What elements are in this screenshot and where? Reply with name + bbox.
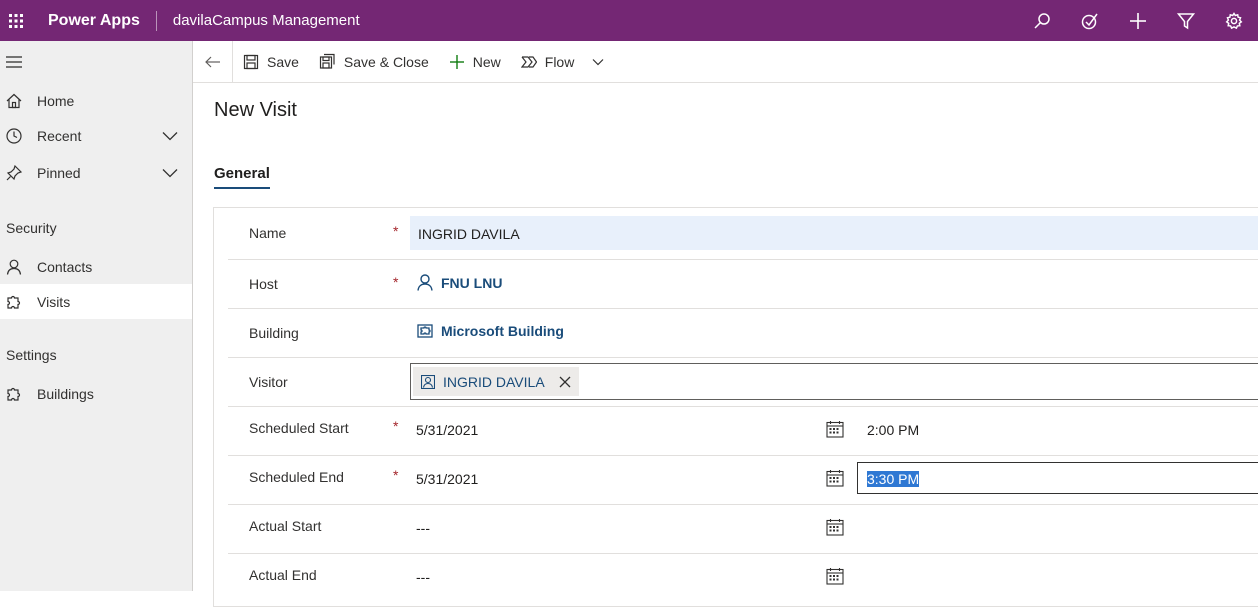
save-close-icon — [319, 53, 335, 69]
field-label: Building — [249, 325, 299, 341]
date-value[interactable]: 5/31/2021 — [416, 471, 478, 487]
sidebar-item-home[interactable]: Home — [0, 83, 192, 118]
sidebar-item-label: Visits — [37, 293, 71, 310]
plus-icon — [449, 54, 464, 69]
task-icon[interactable] — [1066, 0, 1114, 41]
plus-icon[interactable] — [1114, 0, 1162, 41]
nav-group-security: Security — [6, 220, 57, 236]
required-indicator: * — [393, 223, 399, 239]
contact-card-icon — [421, 374, 435, 389]
chevron-down-icon[interactable] — [162, 165, 178, 181]
sidebar-item-label: Buildings — [37, 385, 94, 402]
app-name[interactable]: Power Apps — [48, 12, 140, 30]
person-icon — [417, 274, 433, 291]
sidebar-item-label: Home — [37, 92, 75, 109]
back-button[interactable] — [193, 40, 233, 83]
field-label: Name — [249, 225, 287, 241]
clock-icon — [6, 127, 22, 144]
person-icon — [6, 259, 22, 275]
sidebar-item-label: Contacts — [37, 258, 93, 275]
environment-name[interactable]: davilaCampus Management — [173, 12, 360, 29]
name-input[interactable]: INGRID DAVILA — [410, 216, 1258, 250]
field-row-actual-end: Actual End --- — [228, 554, 1258, 603]
save-button[interactable]: Save — [233, 41, 309, 83]
required-indicator: * — [393, 418, 399, 434]
filter-icon[interactable] — [1162, 0, 1210, 41]
time-value-selected: 3:30 PM — [867, 471, 920, 487]
date-value[interactable]: --- — [416, 520, 430, 536]
field-label: Actual End — [249, 567, 317, 583]
visitor-tag[interactable]: INGRID DAVILA — [413, 367, 579, 396]
calendar-icon[interactable] — [826, 518, 844, 536]
calendar-icon[interactable] — [826, 567, 844, 585]
pin-icon — [6, 164, 22, 181]
waffle-icon[interactable] — [0, 0, 32, 41]
sidebar-item-pinned[interactable]: Pinned — [0, 155, 192, 190]
time-input[interactable]: 3:30 PM — [857, 462, 1258, 494]
sidebar: Home Recent Pinned Security Contacts Vis… — [0, 41, 193, 591]
visitor-value: INGRID DAVILA — [443, 373, 545, 390]
visitor-lookup-input[interactable]: INGRID DAVILA — [410, 363, 1258, 400]
calendar-icon[interactable] — [826, 469, 844, 487]
save-close-label: Save & Close — [343, 53, 429, 70]
app-header: Power Apps davilaCampus Management — [0, 0, 1258, 41]
field-label: Host — [249, 276, 278, 292]
page-title: New Visit — [214, 99, 297, 121]
tab-general[interactable]: General — [214, 165, 270, 189]
new-button[interactable]: New — [439, 41, 511, 83]
flow-button[interactable]: Flow — [511, 41, 623, 83]
calendar-icon[interactable] — [826, 420, 844, 438]
building-lookup-link[interactable]: Microsoft Building — [417, 323, 564, 339]
required-indicator: * — [393, 274, 399, 290]
date-value[interactable]: --- — [416, 569, 430, 585]
host-lookup-link[interactable]: FNU LNU — [417, 274, 502, 291]
chevron-down-icon[interactable] — [162, 128, 178, 144]
date-value[interactable]: 5/31/2021 — [416, 422, 478, 438]
field-row-building: Building — [228, 309, 1258, 358]
field-row-host: Host * — [228, 260, 1258, 309]
new-label: New — [472, 53, 501, 70]
field-label: Actual Start — [249, 518, 322, 534]
hamburger-menu-icon[interactable] — [6, 55, 24, 71]
time-value[interactable]: 2:00 PM — [867, 422, 919, 438]
settings-icon[interactable] — [1210, 0, 1258, 41]
building-icon — [417, 324, 433, 338]
close-icon[interactable] — [559, 376, 571, 388]
field-label: Scheduled End — [249, 469, 344, 485]
sidebar-item-label: Recent — [37, 127, 82, 144]
field-row-actual-start: Actual Start --- — [228, 505, 1258, 554]
building-value: Microsoft Building — [441, 323, 564, 339]
sidebar-item-label: Pinned — [37, 164, 81, 181]
home-icon — [6, 93, 22, 109]
puzzle-icon — [6, 294, 22, 310]
name-value: INGRID DAVILA — [418, 226, 520, 242]
sidebar-item-contacts[interactable]: Contacts — [0, 249, 192, 284]
save-icon — [243, 54, 259, 69]
flow-icon — [520, 55, 537, 68]
header-divider — [155, 10, 157, 31]
search-icon[interactable] — [1018, 0, 1066, 41]
field-label: Visitor — [249, 374, 288, 390]
host-value: FNU LNU — [441, 274, 503, 291]
sidebar-item-buildings[interactable]: Buildings — [0, 376, 192, 411]
sidebar-item-recent[interactable]: Recent — [0, 118, 192, 153]
nav-group-settings: Settings — [6, 347, 57, 363]
command-bar: Save Save & Close New Flow — [193, 40, 1258, 83]
flow-label: Flow — [544, 53, 575, 70]
chevron-down-icon[interactable] — [592, 58, 612, 66]
sidebar-item-visits[interactable]: Visits — [0, 284, 192, 319]
header-actions — [1018, 0, 1258, 41]
save-close-button[interactable]: Save & Close — [309, 41, 439, 83]
required-indicator: * — [393, 467, 399, 483]
save-label: Save — [267, 53, 299, 70]
field-row-scheduled-start: Scheduled Start * 5/31/2021 — [228, 407, 1258, 456]
field-label: Scheduled Start — [249, 420, 349, 436]
puzzle-icon — [6, 386, 22, 402]
